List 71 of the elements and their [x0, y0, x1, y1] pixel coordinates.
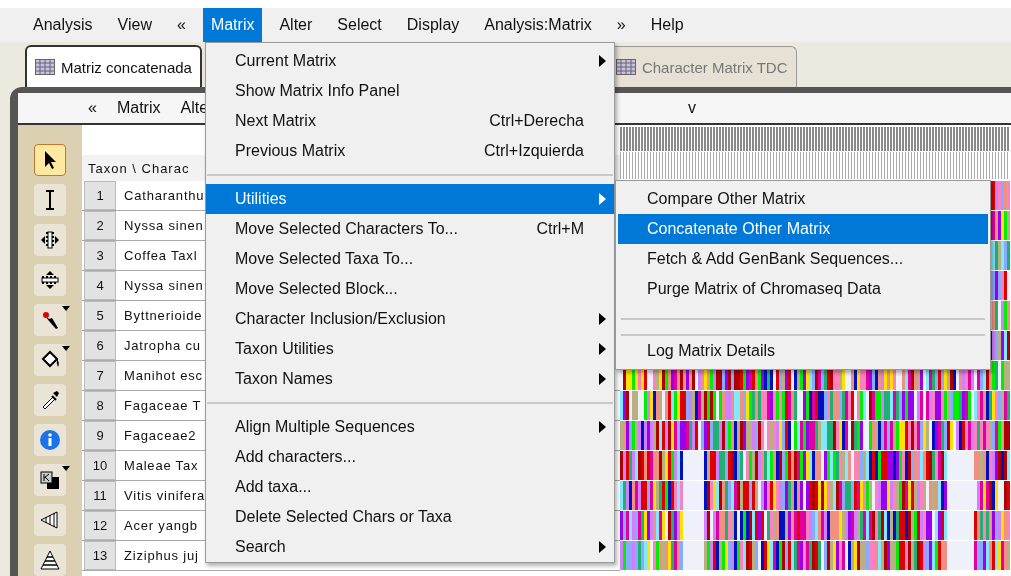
rowheight-icon	[39, 269, 61, 291]
menu-item[interactable]: Add characters...	[206, 442, 614, 472]
menu-item[interactable]: Add taxa...	[206, 472, 614, 502]
submenu-arrow-icon	[599, 313, 606, 325]
row-number[interactable]: 11	[84, 481, 116, 510]
row-number[interactable]: 6	[84, 331, 116, 360]
menu-item[interactable]: Move Selected Characters To... Ctrl+M	[206, 214, 614, 244]
menu-item[interactable]: View	[109, 8, 160, 42]
menu-item[interactable]: Taxon Utilities	[206, 334, 614, 364]
caret-icon	[62, 466, 70, 471]
grid-icon	[35, 59, 55, 75]
row-number[interactable]: 2	[84, 211, 116, 240]
tool-button[interactable]	[34, 384, 66, 416]
grid-icon	[615, 59, 636, 75]
menu-item[interactable]: Concatenate Other Matrix	[618, 214, 988, 244]
tab[interactable]: Matriz concatenada	[25, 45, 202, 87]
menu-item[interactable]: Compare Other Matrix	[618, 184, 988, 214]
tool-button[interactable]	[34, 184, 66, 216]
menu-item[interactable]: Align Multiple Sequences	[206, 412, 614, 442]
menu-item[interactable]: Fetch & Add GenBank Sequences...	[618, 244, 988, 274]
menu-item[interactable]: v	[686, 99, 698, 117]
submenu-arrow-icon	[599, 421, 606, 433]
menu-item[interactable]: Move Selected Block...	[206, 274, 614, 304]
menu-item[interactable]: Utilities	[206, 184, 614, 214]
menu-item[interactable]: Delete Selected Chars or Taxa	[206, 502, 614, 532]
menu-item[interactable]: Matrix	[114, 99, 163, 117]
row-number[interactable]: 1	[84, 181, 116, 210]
menu-item[interactable]: Matrix	[202, 8, 263, 42]
menu-item[interactable]: Log Matrix Details	[618, 336, 988, 366]
submenu-arrow-icon	[599, 55, 606, 67]
tool-button[interactable]	[34, 544, 66, 576]
menu-item[interactable]: Next Matrix Ctrl+Derecha	[206, 106, 614, 136]
row-number[interactable]: 7	[84, 361, 116, 390]
wedge-icon	[39, 509, 61, 531]
menu-item[interactable]: Previous Matrix Ctrl+Izquierda	[206, 136, 614, 166]
submenu-arrow-icon	[599, 373, 606, 385]
menu-item[interactable]: Display	[398, 8, 468, 42]
menu-item[interactable]: «	[168, 8, 194, 42]
submenu-arrow-icon	[599, 193, 606, 205]
menu-item[interactable]: Move Selected Taxa To...	[206, 244, 614, 274]
row-number[interactable]: 10	[84, 451, 116, 480]
menu-item[interactable]: Analysis:Matrix	[476, 8, 600, 42]
row-number[interactable]: 5	[84, 301, 116, 330]
tool-button[interactable]	[34, 264, 66, 296]
caret-icon	[62, 346, 70, 351]
tool-button[interactable]	[34, 504, 66, 536]
menu-item[interactable]: Taxon Names	[206, 364, 614, 394]
menu-item[interactable]: «	[86, 99, 99, 117]
row-number[interactable]: 12	[84, 511, 116, 540]
menu-item[interactable]: »	[608, 8, 634, 42]
submenu-arrow-icon	[599, 541, 606, 553]
menu-item[interactable]: Character Inclusion/Exclusion	[206, 304, 614, 334]
column-header: Taxon \ Charac	[87, 160, 190, 176]
menu-item[interactable]: Select	[329, 8, 390, 42]
row-number[interactable]: 4	[84, 271, 116, 300]
submenu-arrow-icon	[599, 343, 606, 355]
row-number[interactable]: 9	[84, 421, 116, 450]
tool-button[interactable]	[34, 144, 66, 176]
info-icon	[39, 429, 61, 451]
row-number[interactable]: 8	[84, 391, 116, 420]
row-number[interactable]: 3	[84, 241, 116, 270]
menu-item[interactable]: Analysis	[25, 8, 101, 42]
tool-button[interactable]	[34, 224, 66, 256]
caret-icon	[62, 306, 70, 311]
menu-item[interactable]: Purge Matrix of Chromaseq Data	[618, 274, 988, 304]
menu-item[interactable]: Alter	[271, 8, 321, 42]
pyramid-icon	[39, 549, 61, 571]
row-number[interactable]: 13	[84, 541, 116, 570]
menu-item[interactable]: Search	[206, 532, 614, 562]
menu-item[interactable]: Help	[642, 8, 692, 42]
colwidth-icon	[39, 229, 61, 251]
